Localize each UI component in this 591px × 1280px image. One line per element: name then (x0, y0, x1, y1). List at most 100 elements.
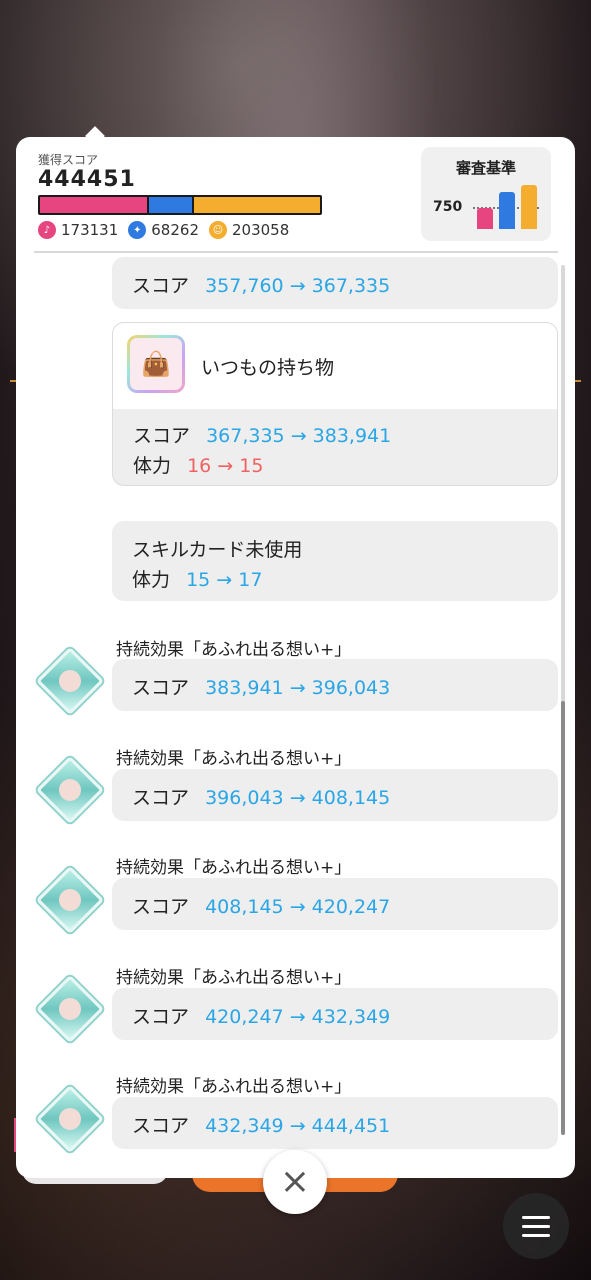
criteria-bar-visual (521, 185, 537, 229)
header-divider (34, 251, 558, 253)
stat-vocal: ♪ 173131 (38, 221, 118, 239)
log-entry-item: 👜 いつもの持ち物 スコア 367,335 → 383,941 体力 16 → … (112, 322, 558, 486)
score-to: 396,043 (311, 677, 391, 699)
score-change-line: スコア 408,145 → 420,247 (132, 892, 390, 919)
arrow-icon: → (289, 275, 306, 297)
score-change-line: スコア 367,335 → 383,941 (133, 421, 391, 448)
score-label: スコア (132, 275, 190, 297)
effect-title: 持続効果「あふれ出る想い+」 (116, 1077, 352, 1097)
effect-title: 持続効果「あふれ出る想い+」 (116, 640, 352, 660)
arrow-icon: → (290, 425, 307, 447)
log-entry-skip: スキルカード未使用 体力 15 → 17 (112, 521, 558, 601)
log-entry-effect: スコア 432,349 → 444,451 (112, 1097, 558, 1149)
stamina-change-line: 体力 15 → 17 (132, 565, 262, 592)
score-from: 396,043 (205, 787, 284, 809)
log-entry-effect: スコア 408,145 → 420,247 (112, 878, 558, 930)
scrollbar[interactable] (561, 265, 565, 1135)
arrow-icon: → (289, 787, 306, 809)
score-label: スコア (132, 1006, 190, 1028)
criteria-panel[interactable]: 審査基準 750 (421, 147, 551, 241)
character-avatar-icon (36, 647, 104, 715)
score-label: スコア (133, 425, 191, 447)
criteria-bar-dance (499, 192, 515, 229)
score-bar-segment-2 (191, 197, 320, 213)
stamina-to: 17 (238, 569, 263, 591)
score-label: スコア (132, 1115, 190, 1137)
log-entry-score: スコア 357,760 → 367,335 (112, 257, 558, 309)
bag-icon: 👜 (127, 335, 185, 393)
effect-title: 持続効果「あふれ出る想い+」 (116, 968, 352, 988)
score-change-line: スコア 357,760 → 367,335 (132, 271, 390, 298)
score-bar-segment-0 (40, 197, 148, 213)
score-change-line: スコア 396,043 → 408,145 (132, 783, 390, 810)
log-entry-effect: スコア 420,247 → 432,349 (112, 988, 558, 1040)
criteria-title: 審査基準 (455, 159, 516, 177)
score-from: 420,247 (205, 1006, 284, 1028)
stamina-from: 15 (186, 569, 211, 591)
score-from: 367,335 (206, 425, 285, 447)
log-entry-effect: スコア 396,043 → 408,145 (112, 769, 558, 821)
menu-icon (522, 1233, 550, 1237)
score-log-modal: 獲得スコア 444451 ♪ 173131 ✦ 68262 ☺ 203058 審… (16, 137, 575, 1178)
arrow-icon: → (217, 455, 234, 477)
score-from: 432,349 (205, 1115, 284, 1137)
score-label: スコア (132, 896, 190, 918)
stamina-label: 体力 (132, 569, 171, 591)
score-stats: ♪ 173131 ✦ 68262 ☺ 203058 (38, 221, 299, 239)
score-from: 383,941 (205, 677, 284, 699)
score-label: スコア (132, 787, 190, 809)
criteria-bar-vocal (477, 208, 493, 229)
menu-button[interactable] (503, 1193, 569, 1259)
close-icon: × (279, 1161, 311, 1202)
score-change-line: スコア 420,247 → 432,349 (132, 1002, 390, 1029)
close-button[interactable]: × (263, 1150, 327, 1214)
score-from: 408,145 (205, 896, 284, 918)
arrow-icon: → (289, 1115, 306, 1137)
score-label: スコア (132, 677, 190, 699)
menu-icon (522, 1215, 550, 1219)
score-value: 444451 (38, 167, 136, 192)
score-bar-segment-1 (147, 197, 192, 213)
character-avatar-icon (36, 975, 104, 1043)
character-avatar-icon (36, 1085, 104, 1153)
score-from: 357,760 (205, 275, 284, 297)
stat-visual: ☺ 203058 (208, 221, 290, 239)
skip-title: スキルカード未使用 (132, 539, 303, 561)
score-to: 383,941 (312, 425, 392, 447)
score-to: 432,349 (311, 1006, 391, 1028)
score-header: 獲得スコア 444451 ♪ 173131 ✦ 68262 ☺ 203058 審… (16, 137, 575, 251)
score-to: 408,145 (311, 787, 391, 809)
character-avatar-icon (36, 866, 104, 934)
dance-icon: ✦ (128, 221, 147, 239)
score-change-line: スコア 432,349 → 444,451 (132, 1111, 390, 1138)
log-entry-effect: スコア 383,941 → 396,043 (112, 659, 558, 711)
character-avatar-icon (36, 756, 104, 824)
score-change-line: スコア 383,941 → 396,043 (132, 673, 390, 700)
stat-vocal-value: 173131 (61, 221, 119, 239)
score-to: 420,247 (311, 896, 391, 918)
stat-dance: ✦ 68262 (128, 221, 199, 239)
menu-icon (522, 1224, 550, 1228)
stat-dance-value: 68262 (151, 221, 199, 239)
score-label: 獲得スコア (38, 153, 99, 167)
stat-visual-value: 203058 (231, 221, 290, 239)
microphone-icon: ♪ (38, 221, 56, 239)
stamina-change-line: 体力 16 → 15 (133, 451, 263, 478)
arrow-icon: → (289, 677, 306, 699)
arrow-icon: → (289, 896, 306, 918)
stamina-label: 体力 (133, 455, 172, 477)
arrow-icon: → (216, 569, 233, 591)
visual-icon: ☺ (208, 221, 227, 239)
stamina-from: 16 (187, 455, 212, 477)
score-to: 367,335 (311, 275, 391, 297)
item-name: いつもの持ち物 (201, 357, 335, 379)
score-to: 444,451 (311, 1115, 391, 1137)
score-breakdown-bar (38, 195, 322, 215)
effect-title: 持続効果「あふれ出る想い+」 (116, 858, 352, 878)
criteria-value: 750 (433, 199, 463, 215)
effect-title: 持続効果「あふれ出る想い+」 (116, 749, 352, 769)
scrollbar-thumb[interactable] (561, 701, 565, 1135)
item-header: 👜 いつもの持ち物 (113, 323, 557, 409)
arrow-icon: → (289, 1006, 306, 1028)
stamina-to: 15 (239, 455, 264, 477)
